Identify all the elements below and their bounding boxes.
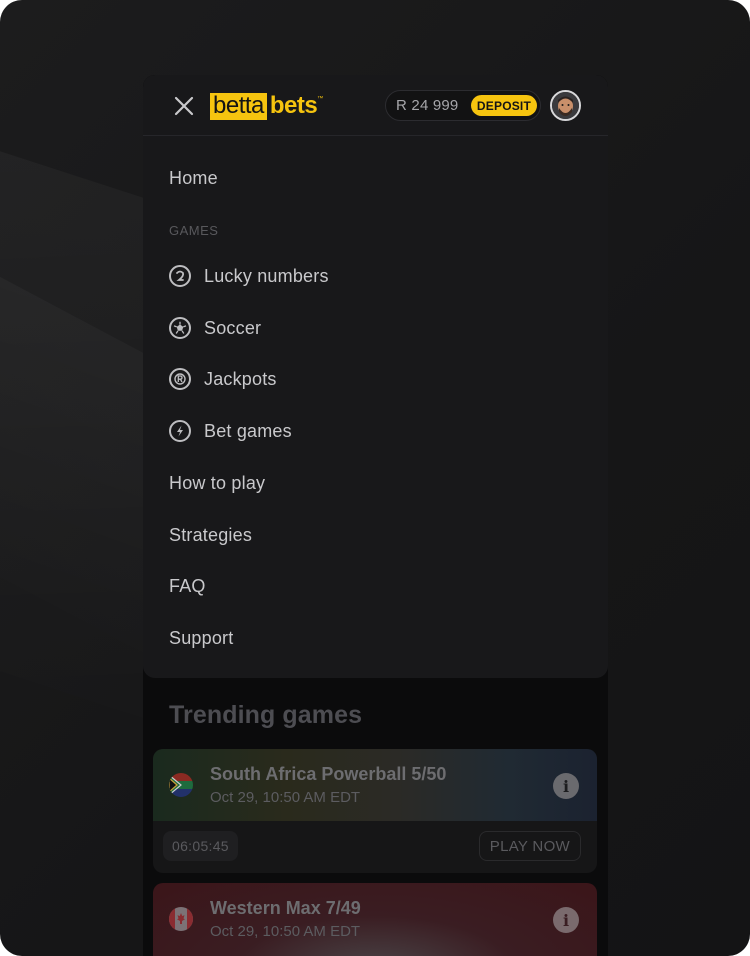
menu-item-label: FAQ [169, 575, 206, 596]
menu-item-how-to-play[interactable]: How to play [169, 469, 265, 497]
info-icon[interactable]: i [553, 907, 579, 933]
menu-item-label: Strategies [169, 524, 253, 545]
menu-header: betta bets ™ R 24 999 DEPOSIT [143, 75, 608, 136]
close-icon[interactable] [171, 93, 197, 119]
avatar[interactable] [550, 90, 581, 121]
menu-item-label: How to play [169, 472, 266, 493]
jackpot-coin-icon [169, 368, 191, 390]
menu-item-support[interactable]: Support [169, 624, 233, 652]
card-banner [153, 749, 597, 821]
south-africa-flag-icon [169, 773, 193, 797]
game-card-western-max[interactable]: Western Max 7/49 Oct 29, 10:50 AM EDT i [153, 883, 597, 956]
games-section-label: GAMES [169, 223, 219, 238]
trending-games-title: Trending games [169, 701, 363, 729]
app-frame: Trending games South Africa Powerball 5/… [0, 0, 750, 956]
menu-item-strategies[interactable]: Strategies [169, 521, 252, 549]
lightning-icon [169, 420, 191, 442]
menu-item-label: Home [169, 167, 218, 188]
balance-pill[interactable]: R 24 999 DEPOSIT [385, 90, 541, 121]
logo-trademark: ™ [317, 96, 324, 102]
menu-item-label: Support [169, 627, 234, 648]
balance-amount: R 24 999 [396, 97, 459, 114]
menu-item-lucky-numbers[interactable]: Lucky numbers [169, 262, 329, 290]
menu-item-label: Soccer [204, 317, 262, 338]
menu-item-label: Jackpots [204, 368, 277, 389]
bettabets-logo[interactable]: betta bets ™ [210, 92, 323, 120]
game-draw-time: Oct 29, 10:50 AM EDT [210, 923, 361, 940]
logo-betta: betta [210, 92, 267, 120]
menu-item-label: Bet games [204, 420, 292, 441]
mobile-viewport: Trending games South Africa Powerball 5/… [143, 75, 608, 956]
play-now-button[interactable]: PLAY NOW [478, 831, 581, 861]
canada-flag-icon [169, 907, 193, 931]
soccer-ball-icon [169, 317, 191, 339]
menu-item-label: Lucky numbers [204, 265, 329, 286]
info-icon[interactable]: i [553, 773, 579, 799]
menu-item-faq[interactable]: FAQ [169, 572, 206, 600]
logo-bets: bets [269, 92, 318, 119]
game-card-powerball[interactable]: South Africa Powerball 5/50 Oct 29, 10:5… [153, 749, 597, 873]
lucky-numbers-icon [169, 265, 191, 287]
menu-item-home[interactable]: Home [169, 164, 218, 192]
navigation-menu: betta bets ™ R 24 999 DEPOSIT Home GAMES… [143, 75, 608, 678]
deposit-button[interactable]: DEPOSIT [470, 95, 537, 116]
menu-item-soccer[interactable]: Soccer [169, 314, 261, 342]
game-title: South Africa Powerball 5/50 [210, 764, 447, 784]
game-draw-time: Oct 29, 10:50 AM EDT [210, 789, 361, 806]
menu-item-bet-games[interactable]: Bet games [169, 417, 292, 445]
game-title: Western Max 7/49 [210, 898, 361, 918]
menu-item-jackpots[interactable]: Jackpots [169, 365, 277, 393]
countdown-timer: 06:05:45 [163, 831, 238, 861]
